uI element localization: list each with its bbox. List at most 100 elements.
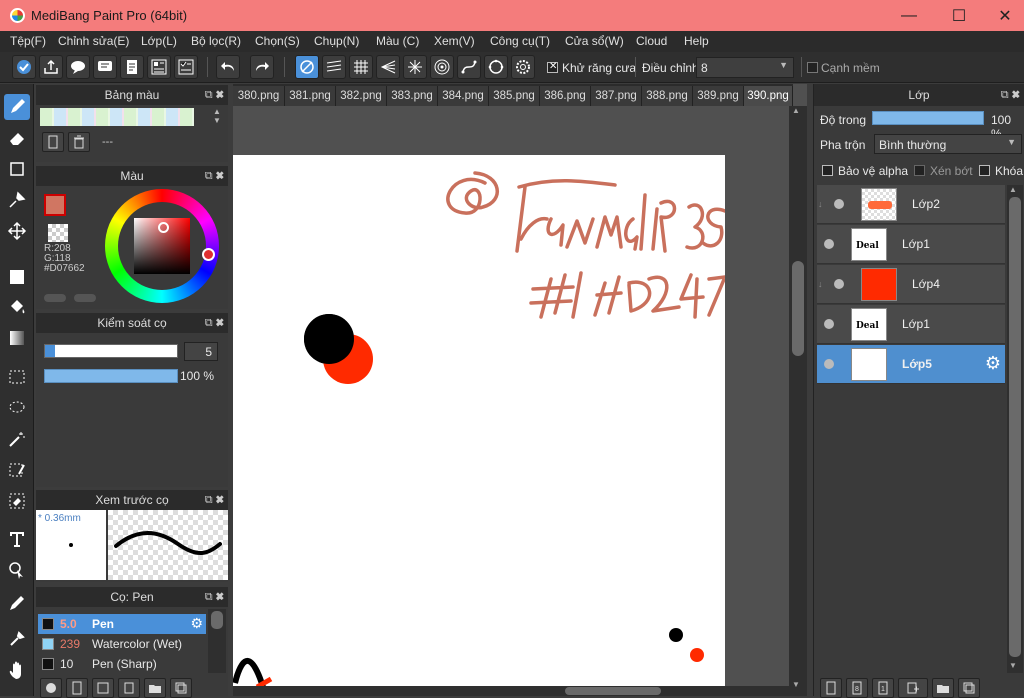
eyedropper-tool-icon[interactable] bbox=[4, 626, 30, 652]
eraser-tool-icon[interactable] bbox=[4, 125, 30, 151]
radial-snap-icon[interactable] bbox=[403, 55, 427, 79]
canvas-horizontal-scrollbar[interactable] bbox=[233, 686, 789, 696]
scroll-down-icon[interactable]: ▼ bbox=[1009, 661, 1017, 670]
canvas-area[interactable]: 380.png 381.png 382.png 383.png 384.png … bbox=[233, 84, 807, 696]
new-1bit-layer-icon[interactable]: 1 bbox=[872, 678, 894, 698]
visibility-toggle-icon[interactable] bbox=[824, 239, 834, 249]
duplicate-layer-icon[interactable] bbox=[958, 678, 980, 698]
delete-palette-icon[interactable] bbox=[68, 132, 90, 152]
panel-float-close-icon[interactable]: ⧉ ✖ bbox=[205, 313, 224, 333]
add-layer-menu-icon[interactable] bbox=[898, 678, 928, 698]
layer-row[interactable]: ↓ Lớp2 bbox=[817, 185, 1005, 224]
menu-help[interactable]: Help bbox=[684, 34, 709, 48]
visibility-toggle-icon[interactable] bbox=[834, 199, 844, 209]
panel-layout-icon[interactable] bbox=[147, 55, 171, 79]
layer-row[interactable]: Deal Lớp1 bbox=[817, 225, 1005, 264]
hand-tool-icon[interactable] bbox=[4, 657, 30, 683]
folder-icon[interactable] bbox=[932, 678, 954, 698]
menu-window[interactable]: Cửa sổ(W) bbox=[565, 34, 624, 48]
parallel-snap-icon[interactable] bbox=[322, 55, 346, 79]
color-mode-button[interactable] bbox=[44, 294, 66, 302]
panel-float-close-icon[interactable]: ⧉ ✖ bbox=[205, 587, 224, 607]
speech-bubble-icon[interactable] bbox=[66, 55, 90, 79]
line-brush-icon[interactable] bbox=[4, 187, 30, 213]
tab-383[interactable]: 383.png bbox=[387, 86, 438, 106]
select-pen-tool-icon[interactable] bbox=[4, 457, 30, 483]
menu-capture[interactable]: Chụp(N) bbox=[314, 34, 359, 48]
hue-ring[interactable] bbox=[105, 189, 219, 303]
correction-select[interactable]: 8 ▼ bbox=[696, 57, 794, 78]
checklist-icon[interactable] bbox=[174, 55, 198, 79]
scroll-up-icon[interactable]: ▲ bbox=[792, 106, 800, 115]
concentric-snap-icon[interactable] bbox=[430, 55, 454, 79]
brush-item-pen-sharp[interactable]: 10 Pen (Sharp) bbox=[38, 654, 206, 674]
curve-snap-icon[interactable] bbox=[457, 55, 481, 79]
layer-list-scrollbar[interactable]: ▲ ▼ bbox=[1007, 185, 1023, 673]
gradient-tool-icon[interactable] bbox=[4, 325, 30, 351]
select-rect-tool-icon[interactable] bbox=[4, 364, 30, 390]
tab-390[interactable]: 390.png bbox=[744, 86, 793, 106]
move-tool-icon[interactable] bbox=[4, 218, 30, 244]
visibility-toggle-icon[interactable] bbox=[824, 359, 834, 369]
soft-edge-checkbox[interactable] bbox=[807, 62, 818, 73]
brush-list-scrollbar[interactable] bbox=[208, 609, 226, 673]
new-palette-icon[interactable] bbox=[42, 132, 64, 152]
drawing-paper[interactable] bbox=[233, 155, 725, 696]
fill-rect-tool-icon[interactable] bbox=[4, 264, 30, 290]
add-brush-cloud-icon[interactable] bbox=[40, 678, 62, 698]
select-eraser-tool-icon[interactable] bbox=[4, 488, 30, 514]
grid-snap-icon[interactable] bbox=[349, 55, 373, 79]
tab-388[interactable]: 388.png bbox=[642, 86, 693, 106]
vertical-scroll-thumb[interactable] bbox=[792, 261, 804, 356]
hue-cursor[interactable] bbox=[202, 248, 215, 261]
lasso-tool-icon[interactable] bbox=[4, 395, 30, 421]
duplicate-brush-icon[interactable] bbox=[170, 678, 192, 698]
menu-file[interactable]: Tệp(F) bbox=[10, 34, 46, 48]
perspective-snap-icon[interactable] bbox=[376, 55, 400, 79]
layer-opacity-slider[interactable] bbox=[872, 111, 984, 125]
close-button[interactable]: ✕ bbox=[982, 0, 1024, 31]
new-layer-icon[interactable] bbox=[820, 678, 842, 698]
layer-row[interactable]: ↓ Lớp4 bbox=[817, 265, 1005, 304]
tab-385[interactable]: 385.png bbox=[489, 86, 540, 106]
brush-tool-icon[interactable] bbox=[4, 94, 30, 120]
blur-tool-icon[interactable] bbox=[4, 590, 30, 616]
menu-tools[interactable]: Công cụ(T) bbox=[490, 34, 550, 48]
new-brush-icon[interactable] bbox=[66, 678, 88, 698]
tab-387[interactable]: 387.png bbox=[591, 86, 642, 106]
menu-edit[interactable]: Chỉnh sửa(E) bbox=[58, 34, 129, 48]
menu-layer[interactable]: Lớp(L) bbox=[141, 34, 177, 48]
brush-opacity-slider[interactable] bbox=[44, 369, 178, 383]
undo-icon[interactable] bbox=[216, 55, 240, 79]
comment-icon[interactable] bbox=[93, 55, 117, 79]
palette-scroll-icon[interactable]: ▲ ▼ bbox=[208, 107, 226, 125]
tab-382[interactable]: 382.png bbox=[336, 86, 387, 106]
panel-float-close-icon[interactable]: ⧉ ✖ bbox=[1001, 84, 1020, 106]
layer-scroll-thumb[interactable] bbox=[1009, 197, 1021, 657]
gear-icon[interactable]: ⚙ bbox=[985, 353, 1001, 374]
brush-item-watercolor[interactable]: 239 Watercolor (Wet) bbox=[38, 634, 206, 654]
brush-item-pen[interactable]: 5.0 Pen ⚙ bbox=[38, 614, 206, 634]
panel-float-close-icon[interactable]: ⧉ ✖ bbox=[205, 166, 224, 186]
redo-icon[interactable] bbox=[250, 55, 274, 79]
lock-checkbox[interactable] bbox=[979, 165, 990, 176]
folder-icon[interactable] bbox=[144, 678, 166, 698]
operation-tool-icon[interactable] bbox=[4, 557, 30, 583]
scroll-up-icon[interactable]: ▲ bbox=[1009, 185, 1017, 194]
tab-389[interactable]: 389.png bbox=[693, 86, 744, 106]
canvas-vertical-scrollbar[interactable]: ▲ ▼ bbox=[789, 106, 807, 696]
brush-size-slider[interactable] bbox=[44, 344, 178, 358]
menu-cloud[interactable]: Cloud bbox=[636, 34, 667, 48]
scroll-down-icon[interactable]: ▼ bbox=[792, 680, 800, 689]
cloud-sync-icon[interactable] bbox=[12, 55, 36, 79]
menu-select[interactable]: Chọn(S) bbox=[255, 34, 300, 48]
sv-cursor[interactable] bbox=[158, 222, 169, 233]
tab-384[interactable]: 384.png bbox=[438, 86, 489, 106]
panel-float-close-icon[interactable]: ⧉ ✖ bbox=[205, 85, 224, 105]
export-icon[interactable] bbox=[39, 55, 63, 79]
maximize-button[interactable]: ☐ bbox=[936, 0, 982, 31]
protect-alpha-checkbox[interactable] bbox=[822, 165, 833, 176]
brush-settings-icon[interactable] bbox=[118, 678, 140, 698]
visibility-toggle-icon[interactable] bbox=[834, 279, 844, 289]
palette-swatches[interactable] bbox=[40, 108, 194, 126]
